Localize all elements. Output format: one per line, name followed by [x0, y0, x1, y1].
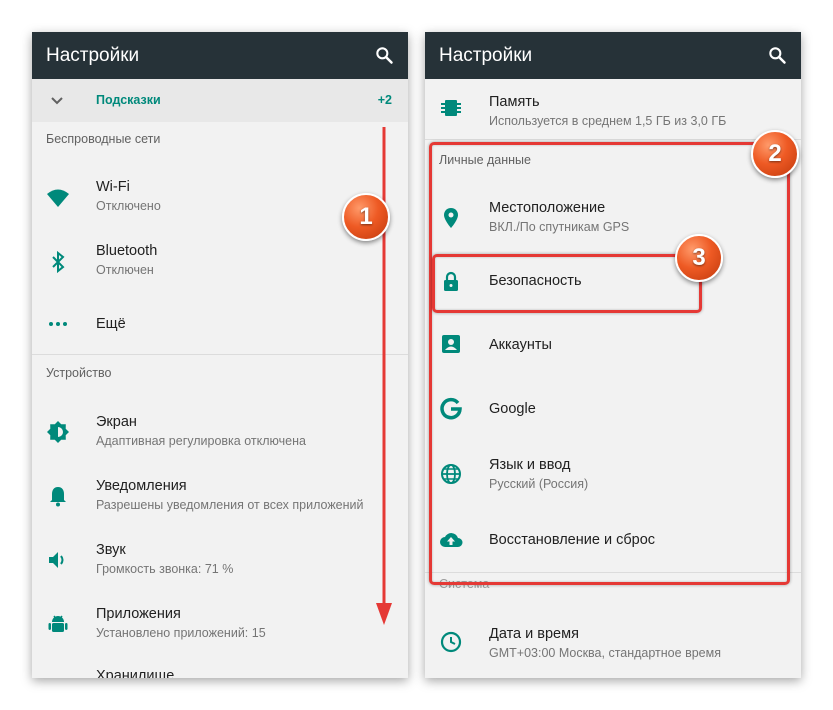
settings-item-title: Ещё: [96, 316, 126, 332]
section-divider: [425, 139, 801, 140]
search-icon[interactable]: [374, 45, 394, 65]
app-bar: Настройки: [425, 32, 801, 79]
bluetooth-icon: [52, 250, 65, 274]
app-bar-title: Настройки: [46, 45, 140, 66]
settings-item-subtitle: Разрешены уведомления от всех приложений: [96, 498, 364, 512]
settings-item-subtitle: Адаптивная регулировка отключена: [96, 434, 306, 448]
annotation-frame-security: [432, 254, 702, 313]
more-horizontal-icon: [49, 322, 67, 326]
settings-item-more[interactable]: Ещё: [32, 294, 408, 354]
settings-item-title: Дата и время: [489, 626, 579, 642]
annotation-badge-3: 3: [675, 234, 723, 282]
suggestions-count: +2: [377, 93, 392, 107]
chevron-down-icon: [51, 97, 63, 105]
settings-item-title: Экран: [96, 414, 137, 430]
settings-item-subtitle: Отключен: [96, 263, 154, 277]
app-bar-title: Настройки: [439, 45, 533, 66]
settings-item-subtitle: Используется в среднем 1,5 ГБ из 3,0 ГБ: [489, 114, 727, 128]
settings-item-title: Bluetooth: [96, 243, 158, 259]
settings-item-title: Звук: [96, 542, 126, 558]
app-bar: Настройки: [32, 32, 408, 79]
settings-item-display[interactable]: Экран Адаптивная регулировка отключена: [32, 398, 408, 462]
settings-item-title: Wi-Fi: [96, 179, 130, 195]
wifi-icon: [47, 189, 69, 207]
settings-item-subtitle: Установлено приложений: 15: [96, 626, 266, 640]
settings-item-apps[interactable]: Приложения Установлено приложений: 15: [32, 590, 408, 654]
settings-item-notifications[interactable]: Уведомления Разрешены уведомления от все…: [32, 462, 408, 526]
brightness-icon: [47, 421, 69, 443]
settings-item-memory[interactable]: Память Используется в среднем 1,5 ГБ из …: [425, 79, 801, 139]
settings-item-title: Уведомления: [96, 478, 187, 494]
section-header-device: Устройство: [46, 366, 112, 380]
settings-item-title: Приложения: [96, 606, 181, 622]
settings-item-title: Память: [489, 94, 540, 110]
volume-icon: [49, 552, 64, 568]
settings-item-subtitle: Отключено: [96, 199, 161, 213]
memory-icon: [441, 100, 461, 116]
settings-item-title: Хранилище: [96, 668, 175, 678]
settings-screen-left: Настройки Подсказки +2 Беспроводные сети…: [32, 32, 408, 678]
bell-icon: [50, 487, 66, 507]
settings-item-date-time[interactable]: Дата и время GMT+03:00 Москва, стандартн…: [425, 610, 801, 674]
settings-item-subtitle: Громкость звонка: 71 %: [96, 562, 234, 576]
clock-icon: [440, 631, 462, 653]
annotation-frame-personal: [429, 142, 790, 585]
settings-item-bluetooth[interactable]: Bluetooth Отключен: [32, 230, 408, 294]
suggestions-row[interactable]: Подсказки +2: [32, 79, 408, 122]
section-divider: [32, 354, 408, 355]
search-icon[interactable]: [767, 45, 787, 65]
annotation-badge-2: 2: [751, 130, 799, 178]
settings-item-subtitle: GMT+03:00 Москва, стандартное время: [489, 646, 721, 660]
settings-item-sound[interactable]: Звук Громкость звонка: 71 %: [32, 526, 408, 590]
suggestions-label: Подсказки: [96, 93, 161, 107]
section-header-wireless: Беспроводные сети: [46, 132, 161, 146]
android-icon: [48, 615, 68, 632]
settings-item-storage[interactable]: Хранилище: [32, 654, 408, 678]
annotation-badge-1: 1: [342, 193, 390, 241]
